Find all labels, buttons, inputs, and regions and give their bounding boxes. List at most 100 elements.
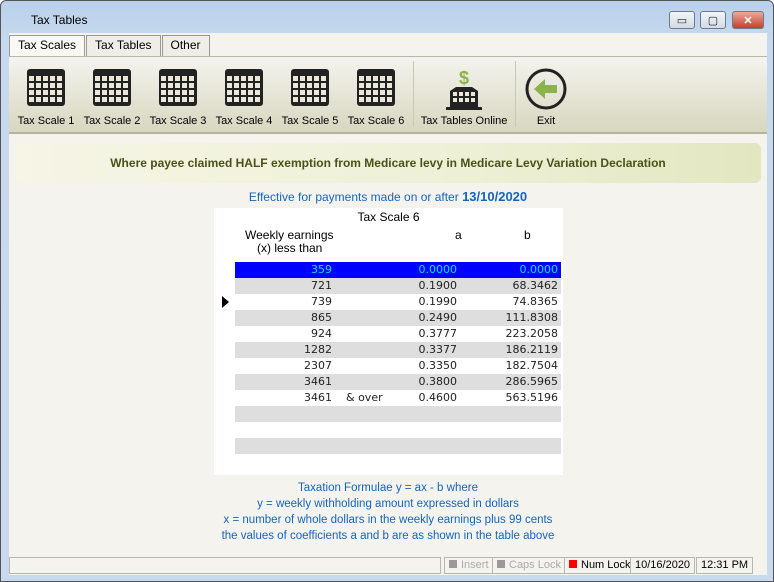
ribbon-tabs: Tax Scales Tax Tables Other: [9, 35, 211, 58]
row-selector-icon: [222, 296, 229, 308]
tax-scale-label: Tax Scale 4: [215, 115, 273, 127]
tax-scale-label: Tax Scale 1: [17, 115, 75, 127]
status-date: 10/16/2020: [630, 557, 696, 574]
table-icon: [225, 69, 263, 106]
coefficient-b-cell: 68.3462: [512, 279, 559, 292]
table-row[interactable]: 359 0.0000 0.0000: [235, 262, 561, 278]
svg-text:$: $: [459, 68, 469, 88]
earnings-cell: 3461: [304, 375, 332, 388]
tax-scale-5-button[interactable]: Tax Scale 5: [277, 63, 343, 129]
client-area: Tax Scales Tax Tables Other $ Tax Tables…: [9, 33, 767, 575]
tax-tables-online-label: Tax Tables Online: [420, 115, 508, 127]
earnings-cell: 2307: [304, 359, 332, 372]
formula-notes: Taxation Formulae y = ax - b where y = w…: [9, 480, 767, 544]
insert-led-icon: [449, 560, 457, 568]
coefficient-b-cell: 286.5965: [505, 375, 559, 388]
effective-text: Effective for payments made on or after: [248, 190, 459, 204]
earnings-cell: 359: [311, 263, 332, 276]
minimize-button[interactable]: ▭: [669, 11, 695, 29]
exit-label: Exit: [536, 115, 556, 127]
insert-indicator: Insert: [444, 557, 494, 574]
formula-line: Taxation Formulae y = ax - b where: [298, 482, 478, 494]
table-icon: [93, 69, 131, 106]
tax-scale-2-button[interactable]: Tax Scale 2: [79, 63, 145, 129]
coefficient-b-cell: 111.8308: [505, 311, 559, 324]
tab-tax-tables[interactable]: Tax Tables: [86, 35, 161, 56]
earnings-cell: 865: [311, 311, 332, 324]
tax-tables-online-button[interactable]: $ Tax Tables Online: [417, 63, 511, 129]
table-row[interactable]: 2307 0.3350 182.7504: [235, 358, 561, 374]
coefficient-b-cell: 182.7504: [505, 359, 559, 372]
table-row[interactable]: 3461 0.3800 286.5965: [235, 374, 561, 390]
building-dollar-icon: $: [446, 68, 482, 110]
header-a: a: [455, 228, 462, 242]
coefficient-a-cell: 0.3777: [418, 327, 458, 340]
effective-date: 13/10/2020: [462, 189, 528, 204]
tax-scale-6-button[interactable]: Tax Scale 6: [343, 63, 409, 129]
coefficient-a-cell: 0.3800: [418, 375, 458, 388]
maximize-button[interactable]: ▢: [700, 11, 726, 29]
table-icon: [27, 69, 65, 106]
status-time: 12:31 PM: [696, 557, 754, 574]
coefficient-a-cell: 0.3350: [418, 359, 458, 372]
table-row[interactable]: 1282 0.3377 186.2119: [235, 342, 561, 358]
coefficient-a-cell: 0.2490: [418, 311, 458, 324]
effective-date-line: Effective for payments made on or after …: [9, 189, 767, 204]
tab-tax-scales[interactable]: Tax Scales: [9, 35, 86, 58]
coefficient-a-cell: 0.0000: [418, 263, 458, 276]
coefficient-b-cell: 223.2058: [505, 327, 559, 340]
insert-label: Insert: [461, 559, 489, 571]
coefficient-a-cell: 0.1990: [418, 295, 458, 308]
table-row[interactable]: 721 0.1900 68.3462: [235, 278, 561, 294]
table-icon: [159, 69, 197, 106]
caps-led-icon: [497, 560, 505, 568]
table-row[interactable]: [235, 422, 561, 438]
exemption-banner: Where payee claimed HALF exemption from …: [15, 143, 761, 183]
earnings-cell: 739: [311, 295, 332, 308]
num-led-icon: [569, 560, 577, 568]
table-title: Tax Scale 6: [357, 210, 420, 224]
tax-scale-table: Tax Scale 6 Weekly earnings (x) less tha…: [214, 208, 563, 475]
coefficient-a-cell: 0.4600: [418, 391, 458, 404]
coefficient-b-cell: 186.2119: [505, 343, 559, 356]
table-row[interactable]: 865 0.2490 111.8308: [235, 310, 561, 326]
earnings-cell: 3461: [304, 391, 332, 404]
table-row[interactable]: 739 0.1990 74.8365: [235, 294, 561, 310]
table-row[interactable]: [235, 438, 561, 454]
formula-line: the values of coefficients a and b are a…: [221, 530, 555, 542]
tax-scale-label: Tax Scale 3: [149, 115, 207, 127]
table-icon: [291, 69, 329, 106]
coefficient-b-cell: 563.5196: [505, 391, 559, 404]
separator: [413, 61, 414, 127]
caps-lock-indicator: Caps Lock: [492, 557, 566, 574]
earnings-cell: 721: [311, 279, 332, 292]
table-icon: [357, 69, 395, 106]
status-bar: Insert Caps Lock Num Lock 10/16/2020 12:…: [9, 556, 767, 575]
tax-scale-4-button[interactable]: Tax Scale 4: [211, 63, 277, 129]
earnings-cell: 924: [311, 327, 332, 340]
coefficient-b-cell: 0.0000: [519, 263, 559, 276]
formula-line: y = weekly withholding amount expressed …: [257, 498, 519, 510]
header-b: b: [524, 228, 531, 242]
tab-other[interactable]: Other: [161, 35, 210, 56]
num-lock-indicator: Num Lock: [564, 557, 636, 574]
table-row[interactable]: 3461 & over 0.4600 563.5196: [235, 390, 561, 406]
exit-button[interactable]: Exit: [521, 63, 571, 129]
table-row[interactable]: [235, 406, 561, 422]
status-message: [9, 557, 441, 574]
window-title: Tax Tables: [31, 13, 88, 27]
tax-scale-1-button[interactable]: Tax Scale 1: [13, 63, 79, 129]
separator: [515, 61, 516, 127]
caps-label: Caps Lock: [509, 559, 561, 571]
coefficient-a-cell: 0.1900: [418, 279, 458, 292]
header-earnings-sub: (x) less than: [257, 241, 323, 255]
close-button[interactable]: ✕: [732, 11, 764, 29]
earnings-suffix: & over: [346, 391, 383, 404]
table-row[interactable]: 924 0.3777 223.2058: [235, 326, 561, 342]
back-arrow-icon: [525, 68, 567, 110]
app-window: Tax Tables ▭ ▢ ✕ Tax Scales Tax Tables O…: [0, 0, 774, 582]
coefficient-b-cell: 74.8365: [512, 295, 559, 308]
coefficient-a-cell: 0.3377: [418, 343, 458, 356]
num-label: Num Lock: [581, 559, 631, 571]
tax-scale-3-button[interactable]: Tax Scale 3: [145, 63, 211, 129]
